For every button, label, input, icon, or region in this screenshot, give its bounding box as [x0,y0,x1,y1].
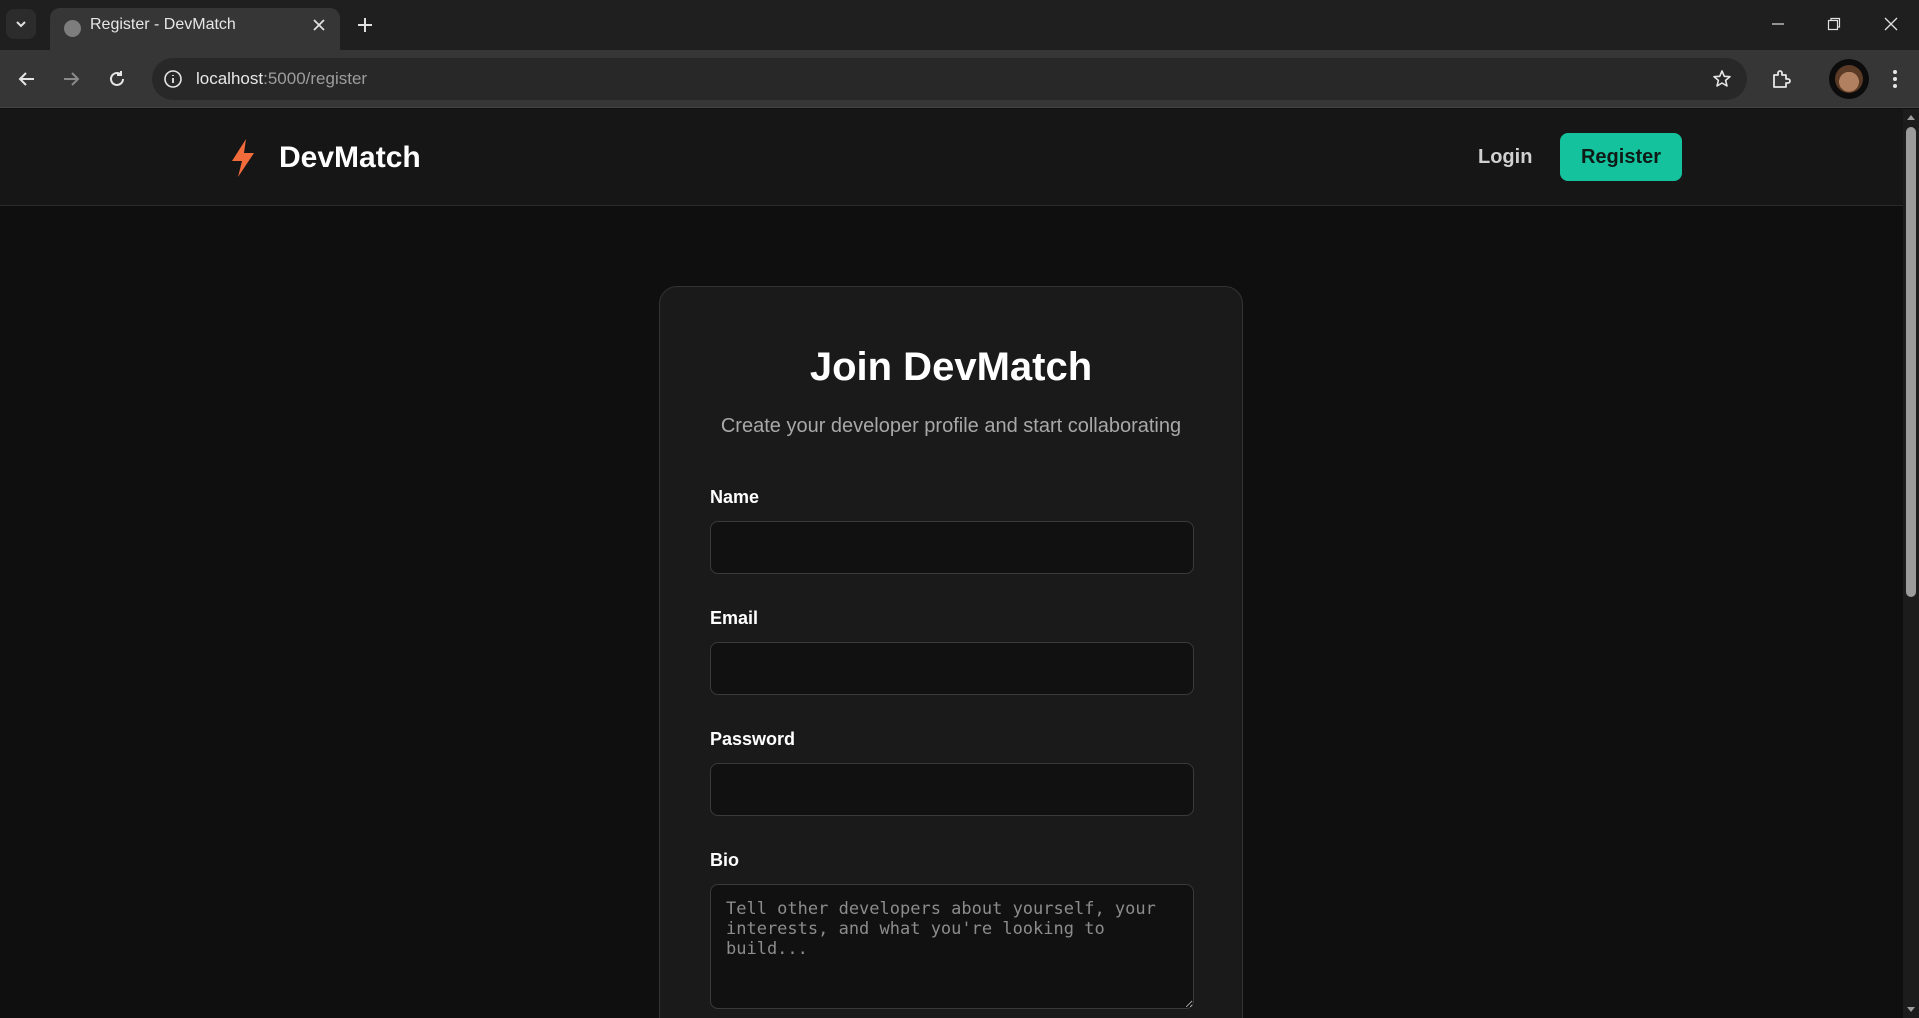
forward-button[interactable] [56,64,86,94]
register-button[interactable]: Register [1560,133,1682,181]
bio-field[interactable] [710,884,1194,1009]
password-field[interactable] [710,763,1194,816]
address-bar[interactable]: localhost:5000/register [152,58,1747,100]
login-link[interactable]: Login [1478,145,1532,169]
restore-icon [1827,17,1841,31]
page-subtitle: Create your developer profile and start … [720,415,1182,437]
scroll-thumb[interactable] [1906,127,1916,597]
bookmark-button[interactable] [1711,68,1733,90]
page-title: Join DevMatch [809,345,1093,389]
new-tab-button[interactable] [352,12,378,38]
email-label: Email [710,608,759,628]
page-viewport: DevMatch Login Register Join DevMatch Cr… [0,109,1903,1018]
minimize-icon [1772,23,1784,25]
reload-icon [110,71,124,86]
minimize-button[interactable] [1750,0,1806,48]
close-icon [313,19,325,31]
arrow-right-icon [64,72,80,86]
scroll-down-arrow-icon[interactable] [1906,1005,1916,1015]
profile-avatar[interactable] [1829,59,1869,99]
chevron-down-icon [16,21,26,28]
close-icon [1884,17,1898,31]
register-card: Join DevMatch Create your developer prof… [659,286,1243,1018]
extensions-button[interactable] [1766,64,1796,94]
reload-button[interactable] [102,64,132,94]
active-tab[interactable]: Register - DevMatch [50,8,340,50]
tab-title: Register - DevMatch [90,16,236,33]
avatar-image [1835,65,1863,93]
bio-label: Bio [710,850,739,870]
info-icon [164,70,182,88]
lightning-bolt-icon[interactable] [230,139,256,177]
arrow-left-icon [18,72,34,86]
url-text: localhost:5000/register [196,70,367,88]
plus-icon [358,18,372,32]
window-close-button[interactable] [1863,0,1919,48]
url-path: :5000/register [263,69,368,88]
brand-name[interactable]: DevMatch [279,140,421,176]
page-scrollbar[interactable] [1903,109,1919,1018]
url-host: localhost [196,69,264,88]
star-icon [1713,70,1731,87]
scroll-up-arrow-icon[interactable] [1906,112,1916,122]
restore-button[interactable] [1806,0,1862,48]
kebab-icon [1893,70,1897,88]
globe-icon [64,20,81,37]
puzzle-icon [1773,70,1791,88]
name-field[interactable] [710,521,1194,574]
name-label: Name [710,487,760,507]
email-field[interactable] [710,642,1194,695]
site-navbar: DevMatch Login Register [0,109,1903,206]
tab-close-button[interactable] [308,14,330,36]
site-info-button[interactable] [162,68,184,90]
password-label: Password [710,729,796,749]
browser-menu-button[interactable] [1880,64,1910,94]
browser-toolbar: localhost:5000/register [0,50,1919,108]
back-button[interactable] [12,64,42,94]
tab-search-button[interactable] [6,9,36,39]
browser-tabstrip: Register - DevMatch [0,0,1919,50]
